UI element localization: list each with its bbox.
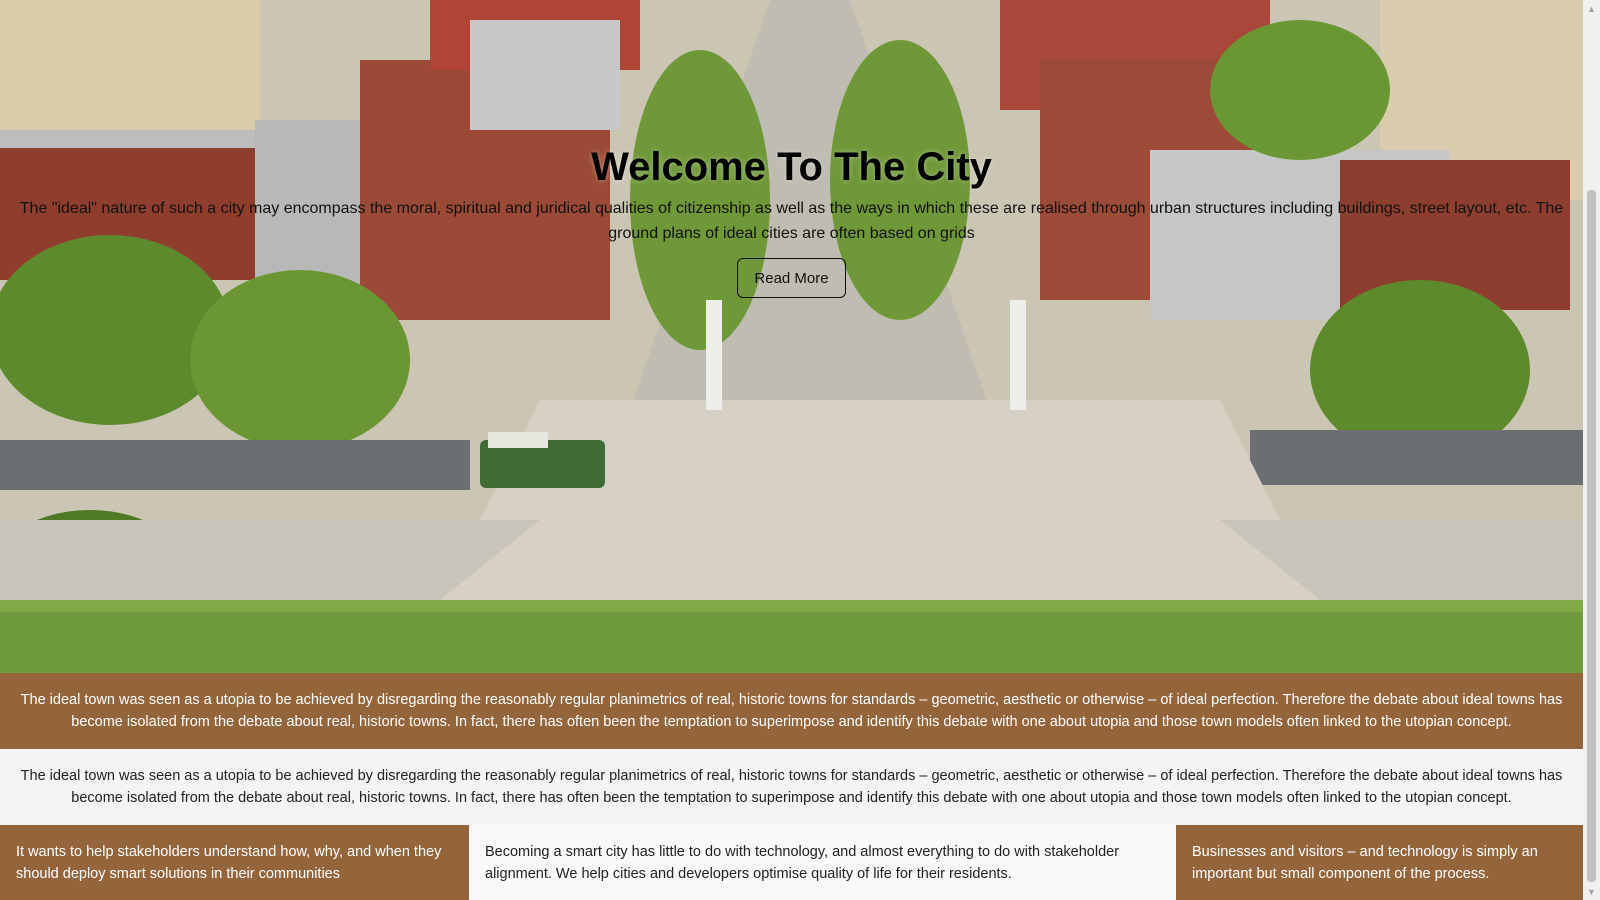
intro-band-light: The ideal town was seen as a utopia to b…	[0, 749, 1583, 825]
hero-content: Welcome To The City The "ideal" nature o…	[0, 140, 1583, 298]
feature-column-text: Businesses and visitors – and technology…	[1192, 844, 1538, 882]
scrollbar-thumb[interactable]	[1587, 190, 1596, 882]
feature-columns: It wants to help stakeholders understand…	[0, 825, 1583, 900]
intro-band-brown: The ideal town was seen as a utopia to b…	[0, 673, 1583, 749]
hero-description: The "ideal" nature of such a city may en…	[19, 200, 1564, 242]
read-more-button[interactable]: Read More	[737, 258, 846, 298]
hero-section: Welcome To The City The "ideal" nature o…	[0, 0, 1583, 673]
feature-column-text: It wants to help stakeholders understand…	[16, 844, 442, 882]
feature-column-stakeholders: It wants to help stakeholders understand…	[0, 825, 469, 900]
hero-title: Welcome To The City	[591, 145, 992, 189]
feature-column-text: Becoming a smart city has little to do w…	[485, 844, 1120, 882]
vertical-scrollbar[interactable]: ▲ ▼	[1583, 0, 1600, 900]
feature-column-businesses: Businesses and visitors – and technology…	[1176, 825, 1583, 900]
intro-band-light-text: The ideal town was seen as a utopia to b…	[20, 768, 1563, 806]
page-viewport: Welcome To The City The "ideal" nature o…	[0, 0, 1583, 900]
intro-band-brown-text: The ideal town was seen as a utopia to b…	[20, 692, 1563, 730]
city-street-aerial-image	[0, 0, 1583, 673]
feature-column-smart-city: Becoming a smart city has little to do w…	[469, 825, 1176, 900]
scroll-up-arrow-icon[interactable]: ▲	[1583, 0, 1600, 17]
scroll-down-arrow-icon[interactable]: ▼	[1583, 883, 1600, 900]
